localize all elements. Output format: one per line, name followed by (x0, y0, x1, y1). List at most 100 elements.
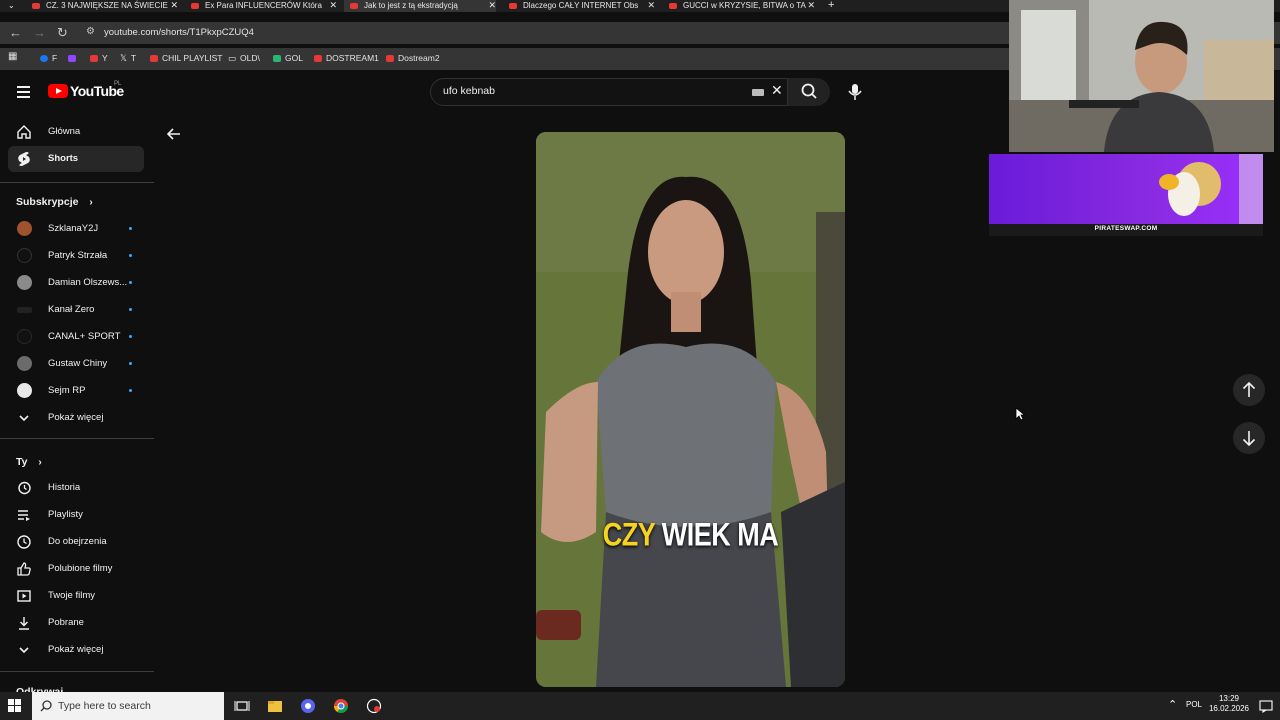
sponsor-mascot-image (1159, 154, 1263, 224)
sidebar-item-sub-damian[interactable]: Damian Olszews... (8, 270, 144, 296)
tray-chevron-up-icon[interactable]: ⌃ (1168, 698, 1177, 711)
next-short-button[interactable] (1233, 422, 1265, 454)
subscriptions-heading[interactable]: Subskrypcje › (16, 196, 93, 208)
sidebar-item-sub-sejm-rp[interactable]: Sejm RP (8, 378, 144, 404)
sidebar-item-sub-szklanay2j[interactable]: SzklanaY2J (8, 216, 144, 242)
close-tab-icon[interactable]: ✕ (647, 0, 655, 11)
sidebar-item-label: Polubione filmy (48, 563, 113, 574)
tab-menu-icon[interactable]: ⌄ (8, 0, 18, 12)
mouse-cursor-icon (1015, 407, 1025, 421)
new-tab-icon[interactable]: + (828, 0, 838, 12)
sidebar-item-downloads[interactable]: Pobrane (8, 610, 144, 636)
youtube-play-icon (48, 84, 68, 98)
clock-time: 13:29 (1218, 694, 1240, 703)
apps-grid-icon[interactable]: ▦ (8, 51, 17, 62)
file-explorer-icon[interactable] (267, 698, 283, 714)
sidebar-item-label: Kanał Zero (48, 304, 95, 315)
app-icon-2[interactable] (366, 698, 382, 714)
tab-2[interactable]: Ex Para INFLUENCERÓW Która ✕ (191, 0, 337, 12)
sidebar-item-sub-gustaw-chiny[interactable]: Gustaw Chiny (8, 351, 144, 377)
app-icon-1[interactable] (300, 698, 316, 714)
back-arrow-icon[interactable] (165, 125, 183, 143)
home-icon (17, 125, 31, 139)
you-heading[interactable]: Ty › (16, 456, 42, 468)
search-button[interactable] (788, 78, 830, 106)
taskbar-clock[interactable]: 13:29 16.02.2026 (1200, 694, 1258, 714)
voice-search-button[interactable] (842, 80, 868, 104)
search-input[interactable] (441, 84, 735, 98)
video-frame-image (536, 132, 845, 687)
sidebar-item-label: Damian Olszews... (48, 277, 128, 288)
chrome-icon[interactable] (333, 698, 349, 714)
sidebar-item-sub-kanal-zero[interactable]: Kanał Zero (8, 297, 144, 323)
tab-1[interactable]: CZ. 3 NAJWIĘKSZE NA ŚWIECIE ✕ (32, 0, 178, 12)
youtube-icon (386, 55, 394, 63)
tab-title: Ex Para INFLUENCERÓW Która (205, 1, 322, 10)
sidebar-show-more-you[interactable]: Pokaż więcej (8, 637, 144, 663)
url-field[interactable]: youtube.com/shorts/T1PkxpCZUQ4 (104, 27, 254, 38)
site-info-icon[interactable]: ⚙ (86, 26, 95, 37)
close-tab-icon[interactable]: ✕ (807, 0, 815, 11)
bookmark-dostream1[interactable]: DOSTREAM1 (314, 53, 379, 63)
bookmark-dostream2[interactable]: Dostream2 (386, 53, 440, 63)
arrow-down-icon (1242, 431, 1256, 447)
clock-date: 16.02.2026 (1208, 704, 1250, 713)
sidebar-item-label: Pobrane (48, 617, 84, 628)
taskbar-search-box[interactable]: Type here to search (32, 692, 224, 720)
gol-icon (273, 55, 281, 63)
reload-icon[interactable]: ↻ (57, 25, 68, 41)
task-view-icon[interactable] (234, 698, 250, 714)
bookmark-gol[interactable]: GOL (273, 53, 303, 63)
chevron-right-icon: › (38, 457, 42, 468)
windows-start-icon[interactable] (8, 699, 24, 715)
youtube-favicon-icon (191, 2, 199, 9)
webcam-overlay (1009, 0, 1274, 152)
bookmark-old[interactable]: ▭ OLD\ (228, 53, 260, 64)
sidebar-item-watch-later[interactable]: Do obejrzenia (8, 529, 144, 555)
keyboard-icon[interactable] (752, 89, 764, 96)
bookmark-t[interactable]: 𝕏T (120, 53, 136, 64)
clear-search-icon[interactable]: ✕ (771, 82, 783, 99)
sidebar-item-home[interactable]: Główna (8, 119, 144, 145)
bookmark-f[interactable]: F (40, 53, 57, 63)
sidebar-item-sub-patryk[interactable]: Patryk Strzała (8, 243, 144, 269)
close-tab-icon[interactable]: ✕ (488, 0, 496, 11)
shorts-video-player[interactable]: CZY WIEK MA (536, 132, 845, 687)
sidebar-item-history[interactable]: Historia (8, 475, 144, 501)
sidebar-item-label: Sejm RP (48, 385, 86, 396)
clock-icon (17, 535, 31, 549)
sidebar-item-label: Historia (48, 482, 81, 493)
you-heading-label: Ty (16, 456, 28, 468)
tab-title: Dlaczego CAŁY INTERNET Obs (523, 1, 639, 10)
sidebar-item-shorts[interactable]: Shorts (8, 146, 144, 172)
bookmark-label: DOSTREAM1 (326, 53, 379, 63)
sidebar-item-sub-canal-sport[interactable]: CANAL+ SPORT (8, 324, 144, 350)
hamburger-menu-icon[interactable] (14, 82, 34, 102)
tab-3-active[interactable]: Jak to jest z tą ekstradycją ✕ (344, 0, 496, 12)
sidebar-item-your-videos[interactable]: Twoje filmy (8, 583, 144, 609)
bookmark-twitch[interactable] (68, 53, 80, 63)
sidebar-item-playlists[interactable]: Playlisty (8, 502, 144, 528)
sidebar-item-liked[interactable]: Polubione filmy (8, 556, 144, 582)
notifications-icon[interactable] (1259, 699, 1275, 715)
back-icon[interactable]: ← (9, 25, 22, 40)
download-icon (19, 617, 29, 630)
bookmark-chil-playlist[interactable]: CHIL PLAYLIST (150, 53, 222, 63)
taskbar: Type here to search ⌃ POL 13:29 16.02.20… (0, 692, 1280, 720)
bookmark-y[interactable]: Y (90, 53, 108, 63)
microphone-icon (848, 84, 862, 100)
sidebar-show-more-subscriptions[interactable]: Pokaż więcej (8, 405, 144, 431)
twitch-icon (68, 55, 76, 63)
previous-short-button[interactable] (1233, 374, 1265, 406)
avatar (17, 356, 32, 371)
chevron-down-icon (19, 415, 29, 422)
region-code: PL (114, 81, 122, 87)
tab-5[interactable]: GUCCI w KRYZYSIE, BITWA o TA ✕ (669, 0, 815, 12)
forward-icon[interactable]: → (33, 25, 46, 40)
close-tab-icon[interactable]: ✕ (329, 0, 337, 11)
close-tab-icon[interactable]: ✕ (170, 0, 178, 11)
playlist-icon (18, 510, 30, 521)
bookmark-label: F (52, 53, 58, 63)
tab-4[interactable]: Dlaczego CAŁY INTERNET Obs ✕ (509, 0, 655, 12)
sidebar-item-label: Playlisty (48, 509, 83, 520)
